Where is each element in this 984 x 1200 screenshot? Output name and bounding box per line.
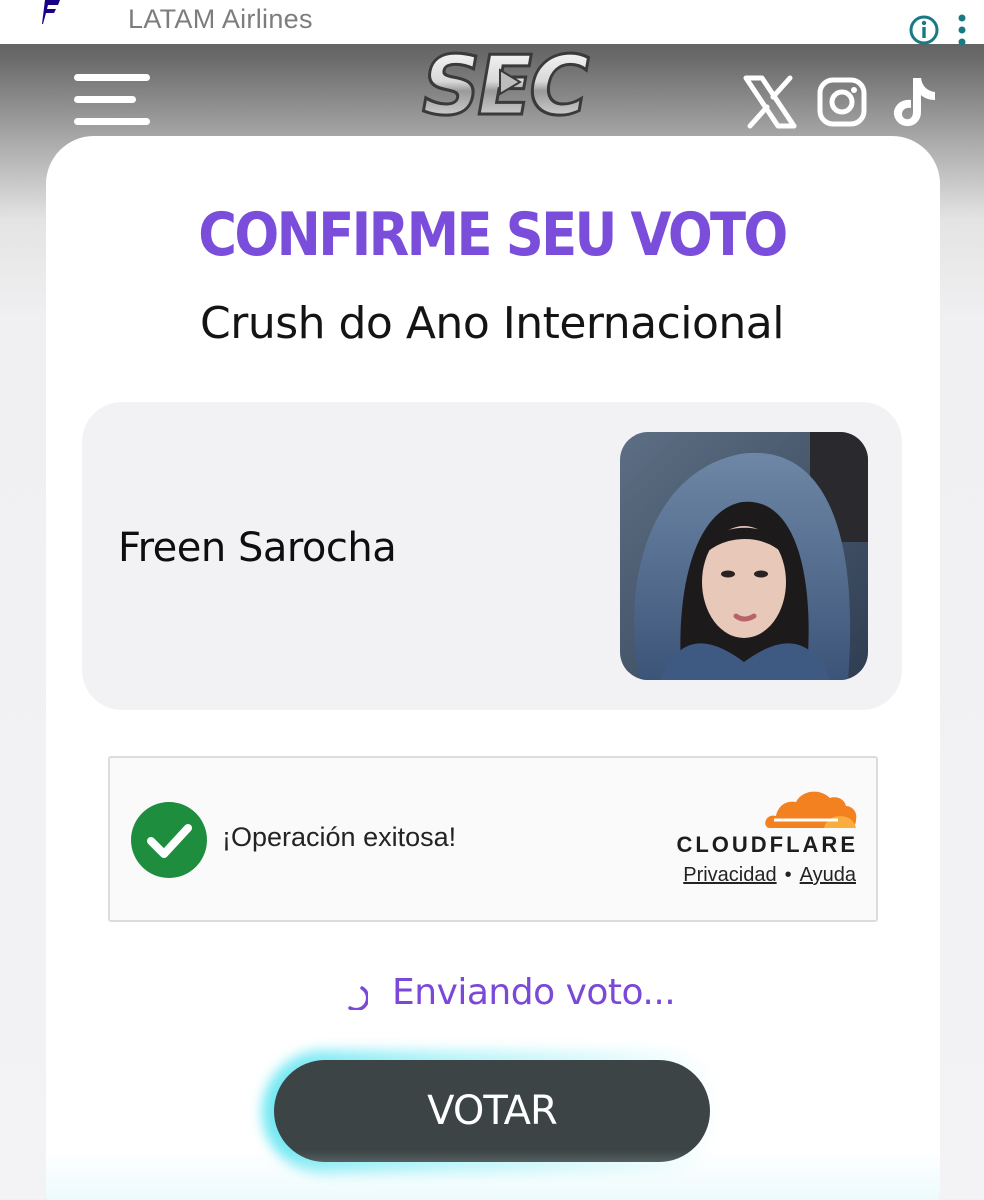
x-icon[interactable] [742,74,798,130]
ad-title: LATAM Airlines [128,4,313,34]
page-title: CONFIRME SEU VOTO [198,200,788,270]
nominee-name: Freen Sarocha [118,525,397,571]
sending-status: Enviando voto... [392,972,676,1013]
nominee-photo [620,432,868,680]
captcha-links: Privacidad • Ayuda [600,864,856,887]
bottom-fade [46,1150,940,1200]
link-separator: • [784,864,792,886]
category-title: Crush do Ano Internacional [200,298,785,349]
captcha-status-text: ¡Operación exitosa! [222,822,457,852]
info-circle-icon[interactable] [908,14,940,46]
help-link[interactable]: Ayuda [800,864,856,886]
loading-spinner-icon [348,986,368,1010]
instagram-icon[interactable] [814,74,870,130]
latam-logo-icon [42,0,60,24]
kebab-menu-icon[interactable] [952,12,972,48]
tiktok-icon[interactable] [886,74,942,130]
vote-button[interactable]: VOTAR [274,1060,710,1162]
privacy-link[interactable]: Privacidad [683,864,776,886]
success-check-icon [131,802,207,878]
cloudflare-brand: CLOUDFLARE [676,832,858,857]
cloudflare-cloud-icon [765,791,857,828]
hamburger-menu-icon[interactable] [74,74,152,130]
